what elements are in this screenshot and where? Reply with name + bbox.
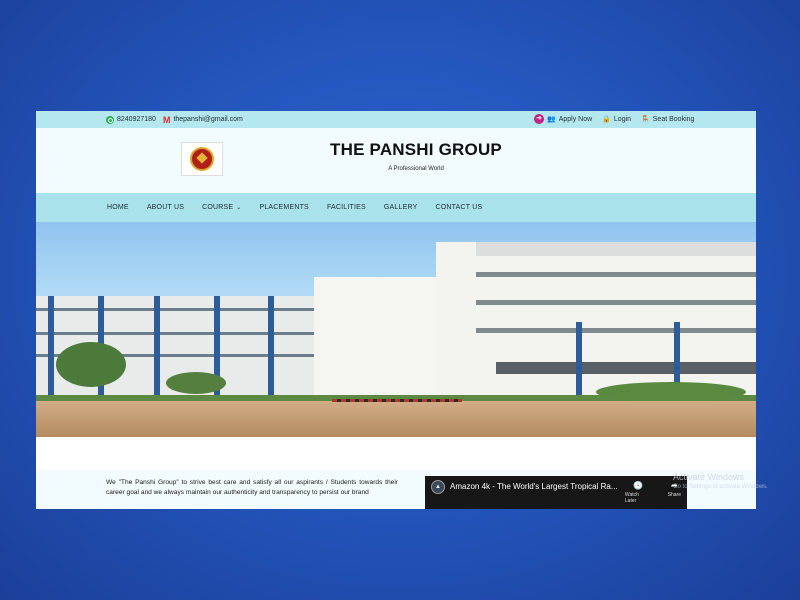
apply-now-label: Apply Now xyxy=(558,115,593,123)
hero-campus-image xyxy=(36,222,756,437)
emblem-icon xyxy=(190,147,214,171)
campus-building-right xyxy=(436,242,756,407)
top-links: ➜ 👥 Apply Now 🔒 Login 🪑 Seat Booking xyxy=(534,114,698,124)
brand-block: THE PANSHI GROUP A Professional World xyxy=(316,140,516,172)
site-tagline: A Professional World xyxy=(388,166,444,172)
video-title[interactable]: Amazon 4k - The World's Largest Tropical… xyxy=(450,482,620,491)
nav-home-label: HOME xyxy=(107,204,129,211)
activate-windows-watermark: Activate Windows Go to Settings to activ… xyxy=(673,472,768,492)
browser-page: 8240927180 M thepanshi@gmail.com ➜ 👥 App… xyxy=(36,111,756,509)
nav-facilities[interactable]: FACILITIES xyxy=(327,204,366,211)
channel-avatar[interactable]: ▲ xyxy=(431,480,445,494)
youtube-video[interactable]: ▲ Amazon 4k - The World's Largest Tropic… xyxy=(425,476,687,509)
nav-home[interactable]: HOME xyxy=(107,204,129,211)
barrier xyxy=(332,399,462,402)
nav-gallery[interactable]: GALLERY xyxy=(384,204,418,211)
content-section: We "The Panshi Group" to strive best car… xyxy=(36,470,756,509)
ground xyxy=(36,401,756,437)
gmail-icon: M xyxy=(162,114,171,125)
about-text: We "The Panshi Group" to strive best car… xyxy=(106,479,398,496)
tree xyxy=(596,382,746,402)
lock-icon: 🔒 xyxy=(602,116,611,123)
chevron-down-icon: ⌄ xyxy=(236,205,242,211)
contact-info: 8240927180 M thepanshi@gmail.com xyxy=(106,114,243,125)
share-label: Share xyxy=(667,492,681,498)
watch-later-label: Watch Later xyxy=(624,492,639,504)
login-link[interactable]: 🔒 Login xyxy=(602,115,632,124)
phone-number[interactable]: 8240927180 xyxy=(117,116,156,123)
site-logo[interactable] xyxy=(181,142,223,176)
nav-about-label: ABOUT US xyxy=(146,204,185,211)
main-nav: HOME ABOUT US COURSE ⌄ PLACEMENTS FACILIT… xyxy=(36,193,756,222)
site-header: THE PANSHI GROUP A Professional World xyxy=(36,128,756,193)
email-link[interactable]: thepanshi@gmail.com xyxy=(173,116,242,123)
top-contact-bar: 8240927180 M thepanshi@gmail.com ➜ 👥 App… xyxy=(36,111,756,128)
nav-contact-us[interactable]: CONTACT US xyxy=(435,204,482,211)
users-icon: 👥 xyxy=(547,116,556,123)
apply-now-link[interactable]: ➜ 👥 Apply Now xyxy=(534,114,592,124)
arrow-circle-icon: ➜ xyxy=(534,114,544,124)
nav-about-us[interactable]: ABOUT US xyxy=(147,204,184,211)
nav-course[interactable]: COURSE ⌄ xyxy=(202,204,241,211)
seat-booking-label: Seat Booking xyxy=(652,115,695,123)
seat-icon: 🪑 xyxy=(641,116,650,123)
tree xyxy=(56,342,126,387)
nav-placements-label: PLACEMENTS xyxy=(259,204,309,211)
whatsapp-icon xyxy=(106,115,114,124)
seat-booking-link[interactable]: 🪑 Seat Booking xyxy=(641,115,695,124)
site-title: THE PANSHI GROUP xyxy=(330,140,502,159)
activate-title: Activate Windows xyxy=(673,472,745,482)
spacer xyxy=(36,437,756,470)
activate-subtitle: Go to Settings to activate Windows. xyxy=(673,484,768,490)
clock-icon: 🕓 xyxy=(633,481,644,490)
nav-placements[interactable]: PLACEMENTS xyxy=(259,204,308,211)
watch-later-button[interactable]: 🕓 Watch Later xyxy=(625,481,652,504)
login-label: Login xyxy=(613,115,632,123)
tree xyxy=(166,372,226,394)
nav-contact-label: CONTACT US xyxy=(435,204,483,211)
nav-facilities-label: FACILITIES xyxy=(326,204,366,211)
nav-gallery-label: GALLERY xyxy=(383,204,418,211)
campus-building-center xyxy=(314,277,438,405)
nav-course-label: COURSE xyxy=(202,204,234,211)
